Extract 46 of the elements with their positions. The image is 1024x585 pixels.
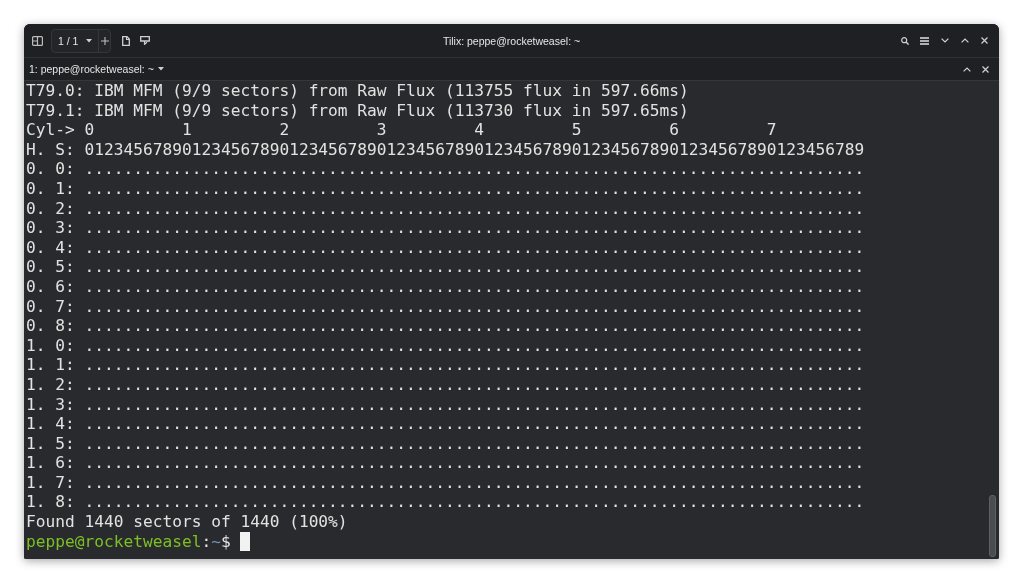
chevron-down-icon [940, 38, 949, 43]
terminal-line: 1. 4: ................................................................................ [26, 414, 866, 434]
prompt-separator: : [201, 531, 212, 552]
terminal-line: T79.1: IBM MFM (9/9 sectors) from Raw Flux (113730 flux in 597.65ms) [26, 100, 690, 121]
split-panel-icon [32, 35, 43, 46]
text-cursor-icon [240, 531, 251, 552]
close-icon [982, 65, 989, 73]
document-icon [121, 35, 130, 46]
chevron-up-icon [960, 38, 969, 43]
terminal-line: H. S: 01234567890123456789012345678901234567890123456789012345678901234567890123456789 [26, 139, 866, 160]
search-icon [900, 36, 909, 45]
terminal-line: 0. 2: ................................................................................ [26, 198, 866, 219]
plus-icon [100, 36, 109, 45]
prompt-path: ~ [211, 531, 221, 552]
terminal-line: 1. 1: ................................................................................ [26, 355, 866, 375]
terminal-line: Found 1440 sectors of 1440 (100%) [26, 512, 349, 532]
caret-icon [157, 67, 164, 71]
terminal-line: 0. 5: ................................................................................ [26, 257, 866, 277]
terminal-line: 1. 2: ................................................................................ [26, 374, 866, 395]
terminal-line: 0. 4: ................................................................................ [26, 237, 866, 258]
terminal-line: 0. 3: ................................................................................ [26, 218, 866, 238]
speech-bubble-icon [139, 36, 150, 45]
scrollbar-thumb[interactable] [989, 495, 996, 557]
prompt-symbol: $ [220, 531, 231, 552]
terminal-line: 1. 8: ................................................................................ [26, 492, 866, 513]
terminal-line: 0. 6: ................................................................................ [26, 276, 866, 297]
close-icon [981, 37, 988, 44]
terminal-line: 0. 1: ................................................................................ [26, 178, 866, 199]
terminal-line: 1. 5: ................................................................................ [26, 433, 866, 454]
terminal-line: 1. 6: ................................................................................ [26, 453, 866, 473]
menu-icon [920, 36, 929, 45]
terminal-line: Cyl-> 0 1 2 3 4 5 6 7 [26, 120, 778, 140]
terminal-line: 1. 0: ................................................................................ [26, 335, 866, 356]
caret-icon [86, 38, 93, 43]
session-dropdown[interactable]: 1 / 1 [52, 29, 99, 52]
terminal-line: T79.0: IBM MFM (9/9 sectors) from Raw Flux (113755 flux in 597.66ms) [26, 81, 690, 101]
add-session-button[interactable] [98, 29, 111, 52]
window-title: Tilix: peppe@rocketweasel: ~ [442, 34, 581, 47]
terminal-line: 1. 7: ................................................................................ [26, 472, 866, 493]
chevron-up-icon [962, 66, 971, 72]
terminal-line: 0. 0: ................................................................................ [26, 159, 866, 179]
terminal-line: 0. 7: ................................................................................ [26, 296, 866, 317]
terminal-line: 0. 8: ................................................................................ [26, 316, 866, 336]
terminal-line: 1. 3: ................................................................................ [26, 394, 866, 415]
prompt-user-host: peppe@rocketweasel [26, 531, 202, 552]
terminal-title-dropdown[interactable]: 1: peppe@rocketweasel: ~ [24, 63, 164, 75]
